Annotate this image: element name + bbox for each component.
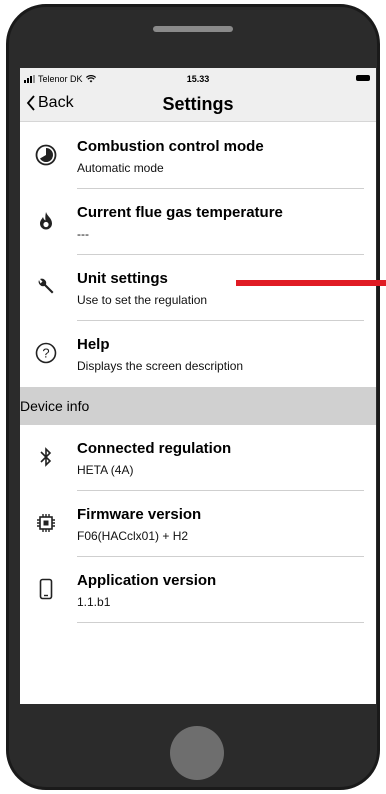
settings-item-flue-gas-temperature[interactable]: Current flue gas temperature --- — [20, 189, 376, 255]
section-header-device-info: Device info — [20, 387, 376, 425]
annotation-pointer — [236, 280, 386, 286]
app-screen: Telenor DK 15.33 Back Settings Combustio… — [20, 68, 376, 704]
status-bar: Telenor DK 15.33 — [20, 68, 376, 88]
item-subtitle: --- — [77, 227, 89, 241]
item-title: Unit settings — [77, 270, 168, 287]
gauge-icon — [34, 143, 58, 167]
item-subtitle: F06(HACclx01) + H2 — [77, 529, 189, 543]
item-subtitle: Displays the screen description — [77, 359, 244, 373]
item-title: Connected regulation — [77, 440, 232, 457]
page-title: Settings — [162, 94, 234, 114]
settings-item-help[interactable]: ? Help Displays the screen description — [20, 321, 376, 387]
divider — [77, 622, 364, 623]
battery-icon — [356, 75, 370, 81]
item-subtitle: Use to set the regulation — [77, 293, 208, 307]
section-header-label: Device info — [20, 398, 90, 414]
item-title: Help — [77, 336, 110, 353]
settings-list: Combustion control mode Automatic mode C… — [20, 123, 376, 623]
phone-icon — [34, 577, 58, 601]
item-subtitle: Automatic mode — [77, 161, 164, 175]
chip-icon — [34, 511, 58, 535]
status-time: 15.33 — [186, 74, 210, 84]
home-button[interactable] — [170, 726, 224, 780]
flame-icon — [34, 209, 58, 233]
item-title: Current flue gas temperature — [77, 204, 283, 221]
settings-item-combustion-control[interactable]: Combustion control mode Automatic mode — [20, 123, 376, 189]
settings-item-unit-settings[interactable]: Unit settings Use to set the regulation — [20, 255, 376, 321]
help-icon: ? — [34, 341, 58, 365]
phone-speaker — [153, 26, 233, 32]
device-info-item-connected-regulation[interactable]: Connected regulation HETA (4A) — [20, 425, 376, 491]
item-subtitle: 1.1.b1 — [77, 595, 111, 609]
item-title: Application version — [77, 572, 217, 589]
device-info-item-firmware-version[interactable]: Firmware version F06(HACclx01) + H2 — [20, 491, 376, 557]
svg-text:?: ? — [42, 346, 49, 361]
bluetooth-icon — [34, 445, 58, 469]
item-title: Firmware version — [77, 506, 202, 523]
item-subtitle: HETA (4A) — [77, 463, 134, 477]
wrench-icon — [34, 275, 58, 299]
device-info-item-application-version[interactable]: Application version 1.1.b1 — [20, 557, 376, 623]
navigation-bar: Back Settings — [20, 88, 376, 122]
item-title: Combustion control mode — [77, 138, 264, 155]
